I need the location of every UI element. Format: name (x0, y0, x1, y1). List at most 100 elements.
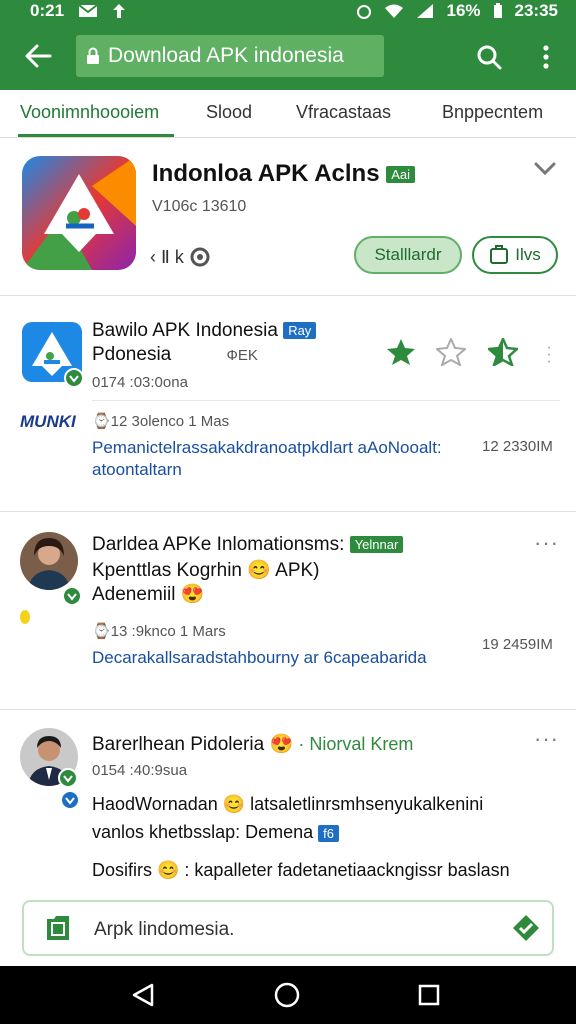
post-title-badge: Yelnnar (349, 536, 404, 554)
post-title-text: Bawilo APK Indonesia (92, 320, 278, 341)
post-time: 19 2459IM (482, 636, 553, 653)
star-half-icon (486, 335, 520, 368)
mail-icon (78, 4, 98, 18)
message-input[interactable]: Arpk lindomesia. (22, 900, 554, 956)
wifi-icon (384, 3, 404, 19)
rate-star-1[interactable] (386, 338, 416, 371)
search-button[interactable] (468, 36, 510, 78)
status-time-left: 0:21 (30, 1, 65, 20)
post-title: Bawilo APK Indonesia Ray (92, 320, 317, 342)
post-line-3-text: vanlos khetbsslap: Demena (92, 822, 314, 842)
post-divider (92, 400, 560, 401)
nav-back-icon (132, 983, 154, 1007)
post-subtitle-text: Pdonesia (92, 344, 172, 365)
source-logo: MUNKI (20, 412, 76, 431)
tab-3[interactable]: Bnppecntem (442, 102, 543, 123)
rate-star-3[interactable] (486, 335, 520, 371)
post-stats: ⌚12 3olenco 1 Mas (92, 413, 230, 430)
status-dot (20, 610, 30, 624)
post-line-3-badge: f6 (318, 824, 339, 842)
app-version: V106c 13610 (152, 198, 247, 215)
message-input-text: Arpk lindomesia. (94, 919, 235, 940)
post-time: 12 2330IM (482, 438, 553, 455)
post-subtitle-extra: ФEK (226, 347, 258, 364)
post-menu-button[interactable]: ··· (546, 340, 552, 370)
battery-level: 16% (446, 1, 481, 20)
notification-icon (112, 3, 126, 19)
post-title-badge: Ray (283, 322, 317, 340)
post-meta: 0154 :40:9sua (92, 762, 188, 779)
app-header-card: Indonloa APK Aclns Aai V106c 13610 ‹ Ⅱ k… (0, 140, 576, 296)
tab-1[interactable]: Slood (206, 102, 252, 123)
live-button-label: Ilvs (515, 245, 541, 264)
verified-icon (64, 368, 84, 388)
post-card: Darldea APKe Inlomationsms: Yelnnar Kpen… (0, 514, 576, 710)
post-title-extra: · Niorval Krem (298, 734, 414, 754)
live-button[interactable]: Ilvs (472, 236, 558, 274)
share-icon (190, 247, 210, 267)
share-text: ‹ Ⅱ k (150, 246, 184, 267)
chevron-down-icon (534, 162, 556, 176)
post-line-3: vanlos khetbsslap: Demena f6 (92, 822, 339, 843)
info-icon (60, 790, 80, 810)
tab-0[interactable]: Voonimnhoooiem (20, 102, 159, 123)
post-line-4: Dosifirs 😊 : kapalleter fadetanetiaackng… (92, 860, 510, 880)
rate-star-2[interactable] (434, 336, 468, 371)
post-line-2: HaodWornadan 😊 latsaletlinrsmhsenyukalke… (92, 794, 484, 814)
app-title-badge: Aai (386, 166, 416, 184)
active-tab-indicator (18, 134, 174, 137)
post-link-line-1[interactable]: Pemanictelrassakakdranoatpkdlart aAoNooa… (92, 438, 442, 458)
app-title: Indonloa APK Aclns Aai (152, 160, 416, 188)
post-title: Darldea APKe Inlomationsms: Yelnnar (92, 534, 404, 556)
nav-back-button[interactable] (128, 980, 158, 1010)
battery-icon (493, 3, 503, 19)
url-field[interactable]: Download APK indonesia (76, 35, 384, 77)
status-bar: 0:21 16% 23:35 (0, 0, 576, 22)
expand-button[interactable] (534, 162, 556, 181)
more-vert-icon (543, 45, 549, 69)
alarm-icon (356, 3, 372, 19)
post-title-text: Barerlhean Pidoleria 😍 (92, 734, 294, 755)
verified-icon (62, 586, 82, 606)
star-outline-icon (434, 336, 468, 368)
more-options-button[interactable] (528, 36, 564, 78)
post-line-3: Adenemiil 😍 (92, 584, 205, 605)
signal-icon (416, 3, 434, 19)
share-row[interactable]: ‹ Ⅱ k (150, 246, 212, 268)
nav-home-icon (274, 982, 300, 1008)
app-bar: Download APK indonesia (0, 22, 576, 90)
back-button[interactable] (0, 22, 76, 90)
standard-button[interactable]: Stalllardr (354, 236, 462, 274)
post-menu-button[interactable]: ··· (534, 532, 559, 554)
post-title-text: Darldea APKe Inlomationsms: (92, 534, 345, 555)
nav-recents-button[interactable] (414, 980, 444, 1010)
nav-home-button[interactable] (272, 980, 302, 1010)
url-text: Download APK indonesia (108, 44, 344, 67)
live-icon (490, 245, 509, 264)
check-shield-icon (513, 915, 539, 941)
post-line-2: Kpenttlas Kogrhin 😊 APK) (92, 560, 320, 581)
message-input-bar: Arpk lindomesia. (0, 888, 576, 966)
verified-icon (58, 768, 78, 788)
save-icon[interactable] (44, 914, 72, 947)
tab-bar: Voonimnhoooiem Slood Vfracastaas Bnppecn… (0, 90, 576, 138)
post-stats: ⌚13 :9knco 1 Mars (92, 623, 226, 640)
search-icon (477, 45, 502, 70)
post-link-line-2[interactable]: atoontaltarn (92, 460, 182, 480)
system-nav-bar (0, 966, 576, 1024)
back-arrow-icon (25, 44, 52, 68)
send-button[interactable] (512, 914, 540, 947)
post-link[interactable]: Decarakallsaradstаhbourny ar 6capeabarid… (92, 648, 427, 668)
avatar[interactable] (20, 532, 78, 590)
app-logo-icon (22, 156, 136, 270)
post-card: Bawilo APK Indonesia Ray Pdonesia ФEK 01… (0, 298, 576, 512)
tab-2[interactable]: Vfracastaas (296, 102, 391, 123)
post-subtitle: Pdonesia ФEK (92, 344, 258, 366)
lock-icon (86, 47, 100, 65)
post-meta: 0174 :03:0ona (92, 374, 188, 391)
status-time-right: 23:35 (514, 1, 558, 20)
app-title-text: Indonloa APK Aclns (152, 160, 380, 187)
star-filled-icon (387, 339, 415, 365)
post-card: Barerlhean Pidoleria 😍 · Niorval Krem 01… (0, 712, 576, 888)
post-menu-button[interactable]: ··· (534, 728, 559, 750)
